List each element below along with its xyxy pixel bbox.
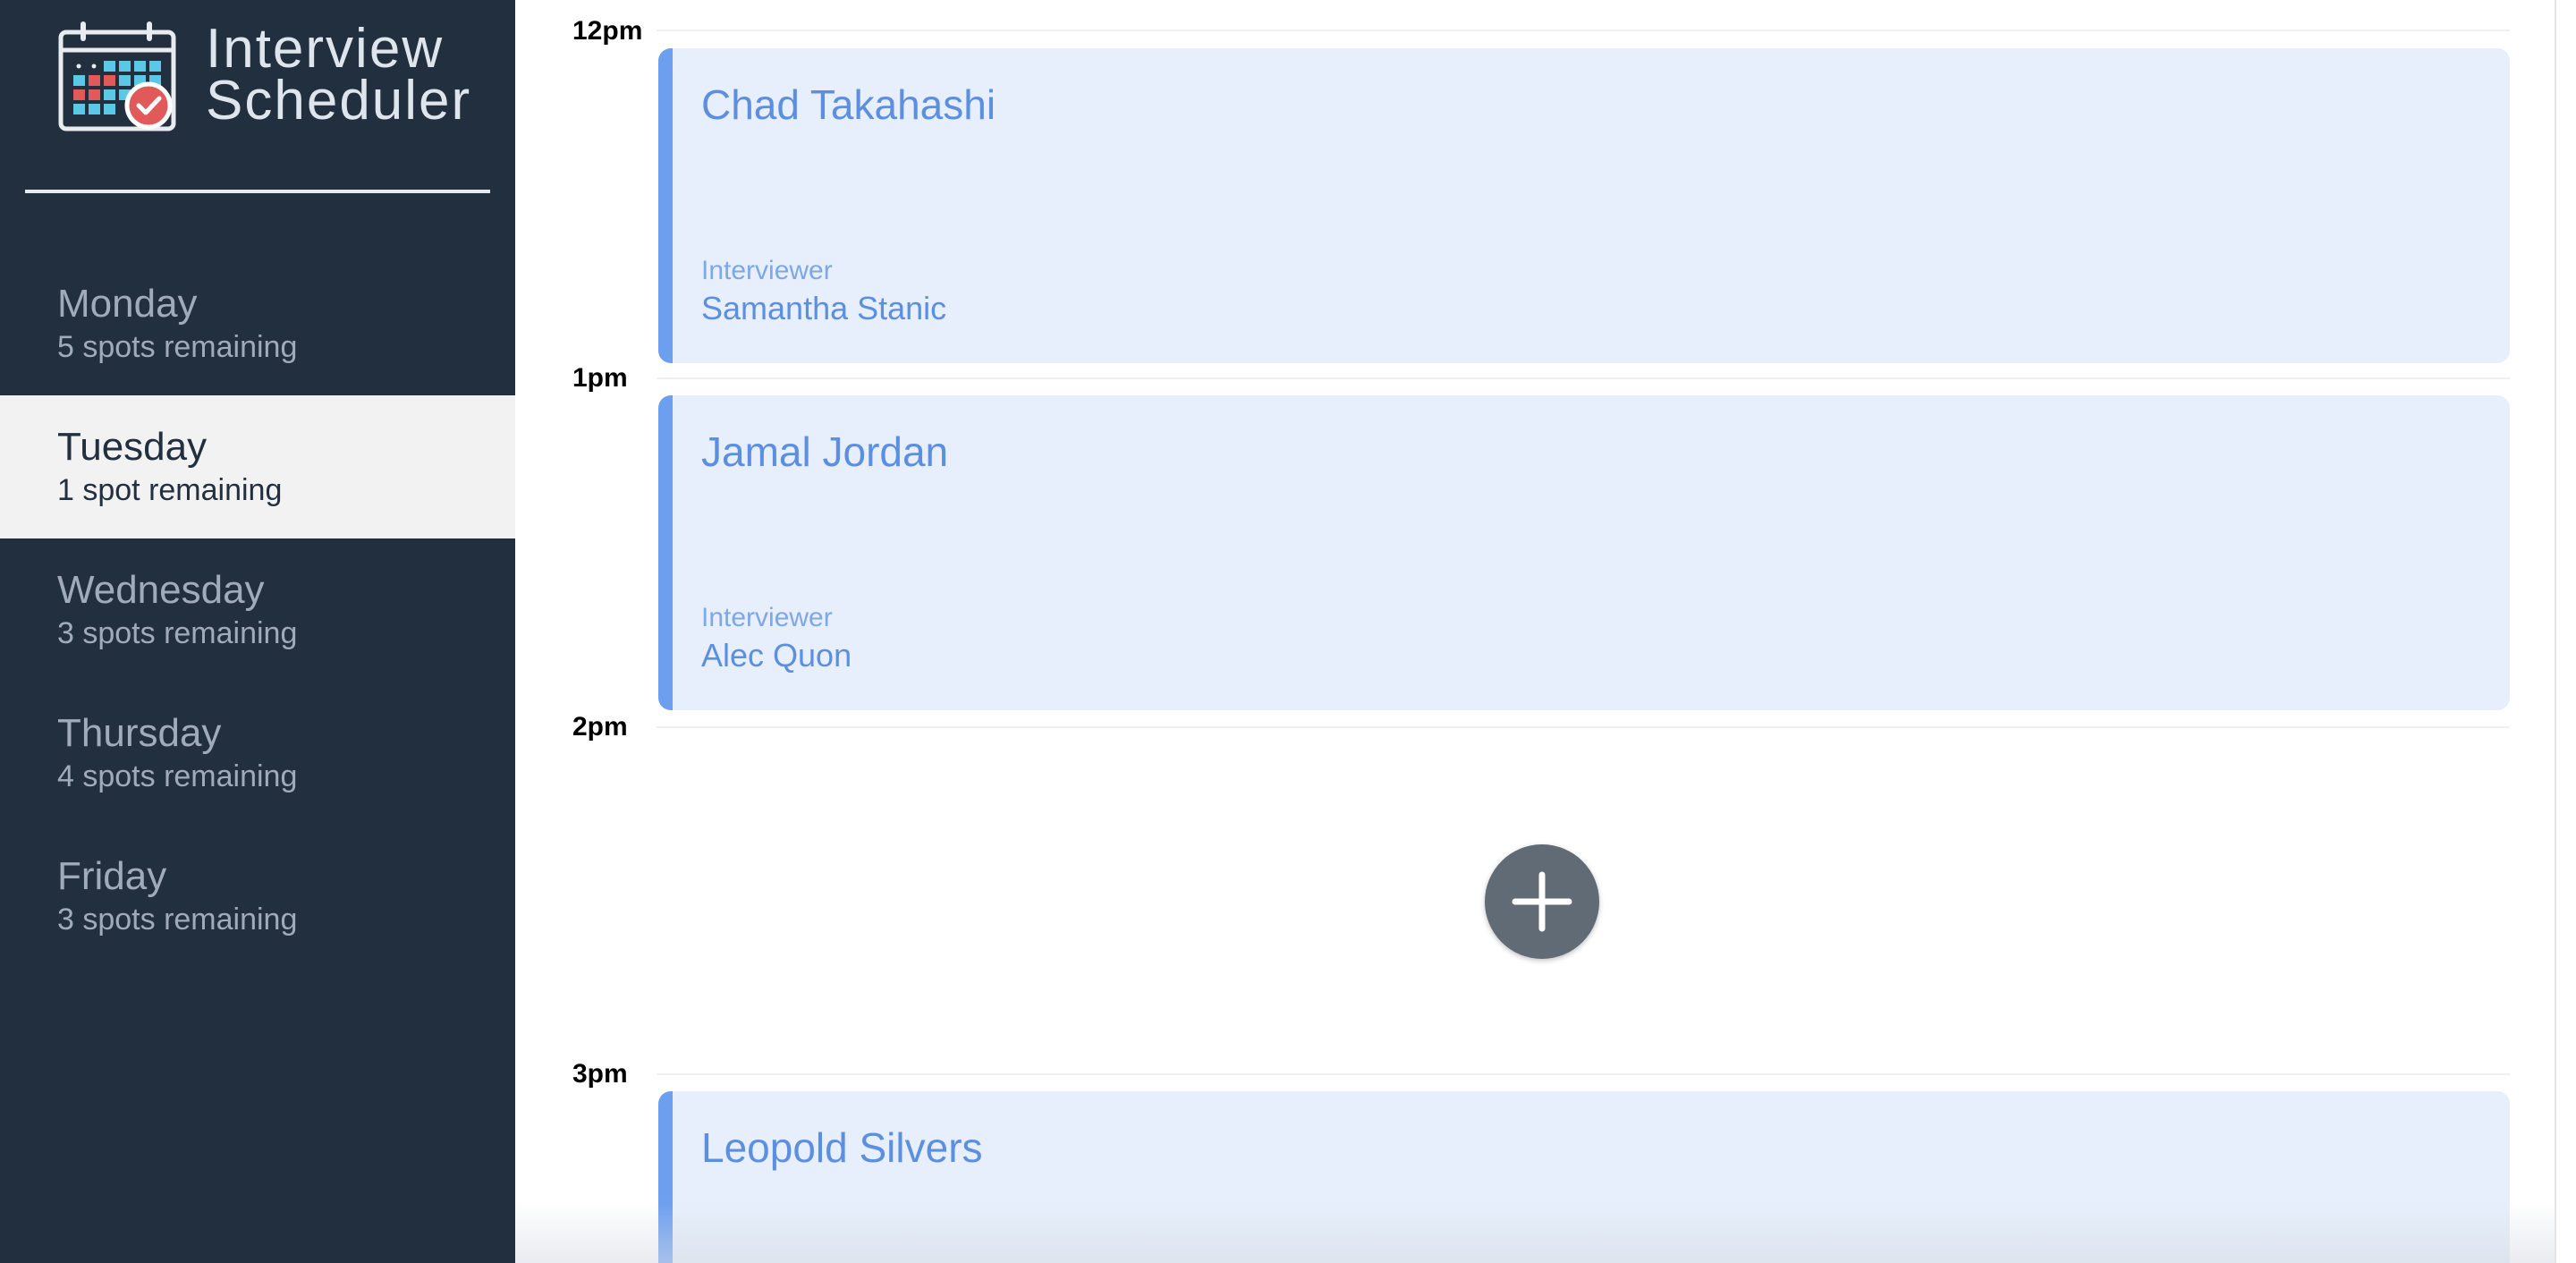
hour-label-12pm: 12pm <box>572 16 643 46</box>
schedule: 12pm Chad Takahashi Interviewer Samantha… <box>515 0 2576 1263</box>
appointment-card[interactable]: Leopold Silvers <box>658 1091 2510 1263</box>
hour-divider <box>657 377 2510 379</box>
app-title-line1: Interview <box>206 18 445 80</box>
plus-icon <box>1512 871 1572 932</box>
appointment-card[interactable]: Jamal Jordan Interviewer Alec Quon <box>658 395 2510 710</box>
calendar-check-icon <box>58 21 176 131</box>
interviewer-name: Alec Quon <box>701 637 852 674</box>
interviewer-label: Interviewer <box>701 256 833 285</box>
day-spots: 5 spots remaining <box>57 330 298 364</box>
app-title: Interview Scheduler <box>206 18 472 131</box>
interviewer-name: Samantha Stanic <box>701 290 947 326</box>
day-spots: 1 spot remaining <box>57 473 283 507</box>
student-name: Jamal Jordan <box>701 428 949 475</box>
interviewer-label: Interviewer <box>701 603 833 632</box>
app-logo: Interview Scheduler <box>57 18 472 145</box>
hour-divider <box>657 30 2510 31</box>
day-name: Friday <box>57 854 167 898</box>
day-spots: 3 spots remaining <box>57 903 298 937</box>
day-name: Tuesday <box>57 425 208 469</box>
window-edge <box>2555 0 2576 1263</box>
appointment-card[interactable]: Chad Takahashi Interviewer Samantha Stan… <box>658 48 2510 363</box>
hour-label-1pm: 1pm <box>572 363 628 393</box>
day-name: Wednesday <box>57 568 265 612</box>
app-window: Interview Scheduler Monday 5 spots remai… <box>0 0 2576 1263</box>
day-name: Thursday <box>57 711 222 755</box>
hour-divider <box>657 726 2510 728</box>
day-list: Monday 5 spots remaining Tuesday 1 spot … <box>0 252 515 968</box>
hour-divider <box>657 1073 2510 1075</box>
student-name: Leopold Silvers <box>701 1124 983 1171</box>
day-item-monday[interactable]: Monday 5 spots remaining <box>0 252 515 395</box>
day-name: Monday <box>57 282 198 326</box>
hour-label-3pm: 3pm <box>572 1059 628 1089</box>
sidebar: Interview Scheduler Monday 5 spots remai… <box>0 0 515 1263</box>
add-appointment-button[interactable] <box>1485 844 1599 959</box>
student-name: Chad Takahashi <box>701 81 996 128</box>
sidebar-divider <box>25 190 490 193</box>
hour-label-2pm: 2pm <box>572 712 628 742</box>
day-spots: 3 spots remaining <box>57 616 298 650</box>
day-item-friday[interactable]: Friday 3 spots remaining <box>0 825 515 968</box>
day-item-wednesday[interactable]: Wednesday 3 spots remaining <box>0 538 515 682</box>
app-title-line2: Scheduler <box>206 70 472 131</box>
day-item-thursday[interactable]: Thursday 4 spots remaining <box>0 682 515 825</box>
day-item-tuesday[interactable]: Tuesday 1 spot remaining <box>0 395 515 538</box>
day-spots: 4 spots remaining <box>57 759 298 793</box>
